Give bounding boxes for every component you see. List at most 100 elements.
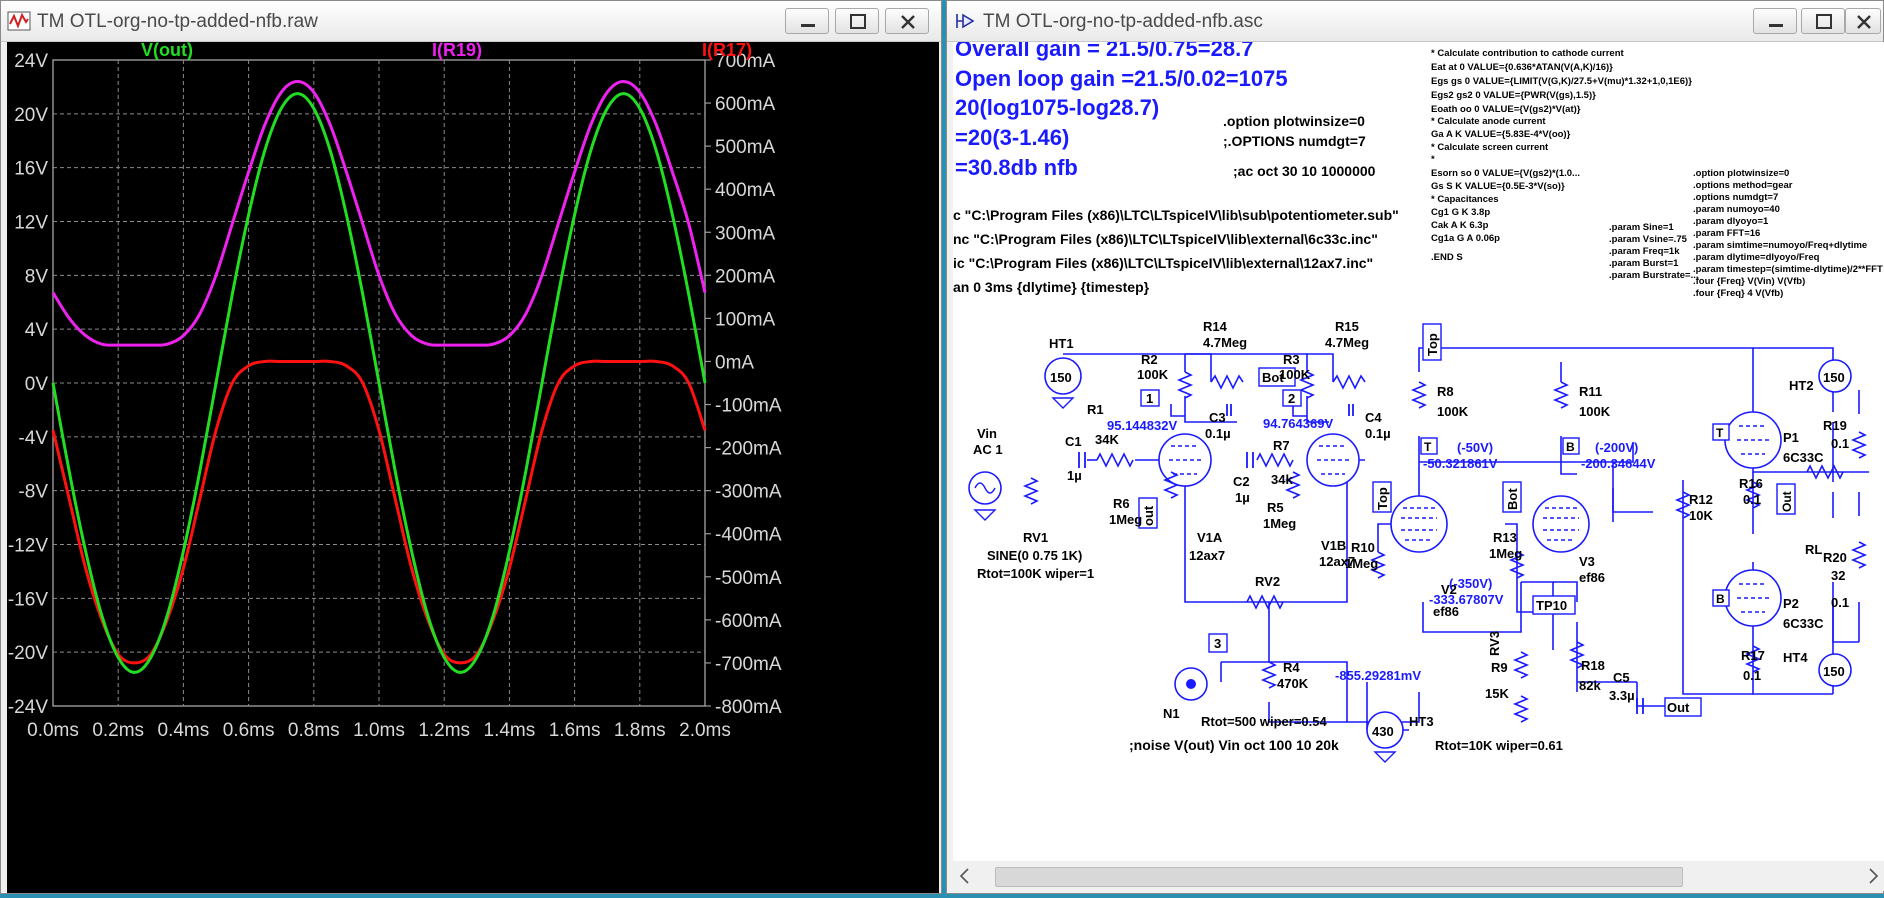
- n1-source[interactable]: [1174, 667, 1208, 701]
- svg-text:.option plotwinsize=0: .option plotwinsize=0: [1693, 168, 1789, 179]
- y-left-tick-label: -20V: [8, 643, 48, 664]
- chart-legend[interactable]: V(out) I(R19) I(R17): [141, 40, 752, 60]
- maximize-icon: [850, 14, 866, 29]
- x-tick-label: 1.6ms: [549, 720, 601, 741]
- schematic-minimize-button[interactable]: [1753, 8, 1797, 34]
- svg-text:ef86: ef86: [1579, 570, 1605, 585]
- spice-directives[interactable]: .option plotwinsize=0 ;.OPTIONS numdgt=7…: [953, 113, 1399, 753]
- svg-text:RV2: RV2: [1255, 574, 1280, 589]
- y-right-tick-label: -300mA: [715, 482, 782, 503]
- svg-text:B: B: [1566, 440, 1575, 454]
- svg-text:4.7Meg: 4.7Meg: [1203, 335, 1247, 350]
- svg-text:V1B: V1B: [1321, 538, 1346, 553]
- ht4-source[interactable]: 150: [1818, 653, 1852, 687]
- svg-text:V1A: V1A: [1197, 530, 1223, 545]
- y-left-tick-label: 0V: [25, 374, 49, 395]
- svg-text:R15: R15: [1335, 319, 1359, 334]
- directive-plotwinsize: .option plotwinsize=0: [1223, 113, 1365, 129]
- svg-text:Out: Out: [1780, 491, 1794, 512]
- note-open-loop-gain: Open loop gain =21.5/0.02=1075: [955, 66, 1288, 91]
- svg-text:R18: R18: [1581, 658, 1605, 673]
- schematic-window[interactable]: TM OTL-org-no-tp-added-nfb.asc Overall g…: [946, 0, 1884, 894]
- svg-text:* Calculate anode current: * Calculate anode current: [1431, 116, 1546, 127]
- scroll-right-icon[interactable]: [1863, 861, 1883, 891]
- scroll-thumb[interactable]: [995, 867, 1683, 887]
- vin-source[interactable]: [968, 471, 1002, 521]
- svg-text:V3: V3: [1579, 554, 1595, 569]
- y-left-tick-label: 8V: [25, 266, 49, 287]
- svg-text:.options method=gear: .options method=gear: [1693, 180, 1793, 191]
- svg-text:HT2: HT2: [1789, 378, 1814, 393]
- waveform-titlebar[interactable]: TM OTL-org-no-tp-added-nfb.raw: [1, 1, 941, 42]
- svg-text:430: 430: [1372, 724, 1394, 739]
- svg-text:Top: Top: [1375, 487, 1390, 510]
- svg-text:HT1: HT1: [1049, 336, 1074, 351]
- svg-text:.options numdgt=7: .options numdgt=7: [1693, 192, 1778, 203]
- svg-text:2: 2: [1288, 391, 1295, 406]
- ht2-source[interactable]: 150: [1818, 359, 1852, 393]
- schematic-drawing[interactable]: Overall gain = 21.5/0.75=28.7 Open loop …: [953, 42, 1884, 861]
- svg-text:R1: R1: [1087, 402, 1104, 417]
- waveform-chart[interactable]: 0.0ms 0.2ms 0.4ms 0.6ms 0.8ms 1.0ms 1.2ms 1.4ms…: [7, 40, 939, 893]
- svg-text:1Meg: 1Meg: [1109, 512, 1142, 527]
- scroll-left-icon[interactable]: [955, 861, 975, 891]
- schematic-titlebar[interactable]: TM OTL-org-no-tp-added-nfb.asc: [947, 1, 1883, 42]
- svg-text:TP10: TP10: [1536, 598, 1567, 613]
- tube-v1a[interactable]: [1158, 433, 1212, 487]
- legend-entry[interactable]: I(R19): [432, 40, 482, 60]
- legend-entry[interactable]: I(R17): [702, 40, 752, 60]
- schematic-canvas[interactable]: Overall gain = 21.5/0.75=28.7 Open loop …: [953, 42, 1884, 861]
- note-calc-2: =20(3-1.46): [955, 125, 1069, 150]
- close-button[interactable]: [885, 8, 929, 34]
- svg-text:Out: Out: [1667, 700, 1690, 715]
- svg-text:10K: 10K: [1689, 508, 1713, 523]
- svg-text:6C33C: 6C33C: [1783, 616, 1824, 631]
- resistor-r7: [1256, 452, 1294, 468]
- plot-pane[interactable]: 0.0ms 0.2ms 0.4ms 0.6ms 0.8ms 1.0ms 1.2ms 1.4ms…: [7, 40, 939, 893]
- resistor-rv1: [1022, 477, 1040, 505]
- minimize-button[interactable]: [785, 8, 829, 34]
- directive-include-6c33c: nc "C:\Program Files (x86)\LTC\LTspiceIV…: [953, 231, 1378, 247]
- y-right-tick-label: 0mA: [715, 352, 754, 373]
- tube-v3[interactable]: [1532, 495, 1590, 553]
- tube-p2[interactable]: [1724, 569, 1782, 627]
- svg-text:AC 1: AC 1: [973, 442, 1003, 457]
- svg-text:150: 150: [1823, 370, 1845, 385]
- svg-text:R3: R3: [1283, 352, 1300, 367]
- close-icon: [901, 15, 915, 29]
- svg-text:R12: R12: [1689, 492, 1713, 507]
- schematic-close-button[interactable]: [1845, 8, 1881, 34]
- svg-text:.param Freq=1k: .param Freq=1k: [1609, 246, 1680, 257]
- svg-text:T: T: [1424, 440, 1432, 454]
- svg-text:SINE(0 0.75 1K): SINE(0 0.75 1K): [987, 548, 1082, 563]
- svg-text:(-350V): (-350V): [1449, 576, 1492, 591]
- svg-text:* Calculate contribution to ca: * Calculate contribution to cathode curr…: [1431, 48, 1624, 59]
- legend-entry[interactable]: V(out): [141, 40, 193, 60]
- schematic-app-icon: [956, 13, 975, 29]
- schematic-horizontal-scrollbar[interactable]: [953, 861, 1884, 891]
- waveform-window[interactable]: TM OTL-org-no-tp-added-nfb.raw 0.0ms 0.2m…: [0, 0, 942, 894]
- tube-v2[interactable]: [1390, 495, 1448, 553]
- waveform-app-icon: [7, 11, 31, 31]
- svg-text:R20: R20: [1823, 550, 1847, 565]
- tube-v1b[interactable]: [1306, 433, 1360, 487]
- svg-text:4.7Meg: 4.7Meg: [1325, 335, 1369, 350]
- svg-text:* Calculate screen current: * Calculate screen current: [1431, 142, 1549, 153]
- ht3-source[interactable]: 430: [1366, 711, 1404, 763]
- svg-text:0.1: 0.1: [1743, 668, 1761, 683]
- y-right-tick-label: -200mA: [715, 439, 782, 460]
- x-tick-label: 1.0ms: [353, 720, 405, 741]
- svg-text:1Meg: 1Meg: [1489, 546, 1522, 561]
- schematic-maximize-button[interactable]: [1801, 8, 1845, 34]
- svg-text:0.1µ: 0.1µ: [1205, 426, 1231, 441]
- svg-text:R10: R10: [1351, 540, 1375, 555]
- svg-text:.param timestep=(simtime-dlyti: .param timestep=(simtime-dlytime)/2**FFT: [1693, 264, 1883, 275]
- tube-p1[interactable]: [1724, 411, 1782, 469]
- directive-include-12ax7: ic "C:\Program Files (x86)\LTC\LTspiceIV…: [953, 255, 1373, 271]
- y-left-tick-label: 4V: [25, 320, 49, 341]
- params-text-block: .option plotwinsize=0 .options method=ge…: [1693, 168, 1883, 299]
- svg-text:Cg1a G A: Cg1a G A 0.06p: [1431, 233, 1500, 244]
- maximize-button[interactable]: [835, 8, 879, 34]
- ht1-source[interactable]: 150: [1044, 357, 1082, 409]
- svg-text:P1: P1: [1783, 430, 1799, 445]
